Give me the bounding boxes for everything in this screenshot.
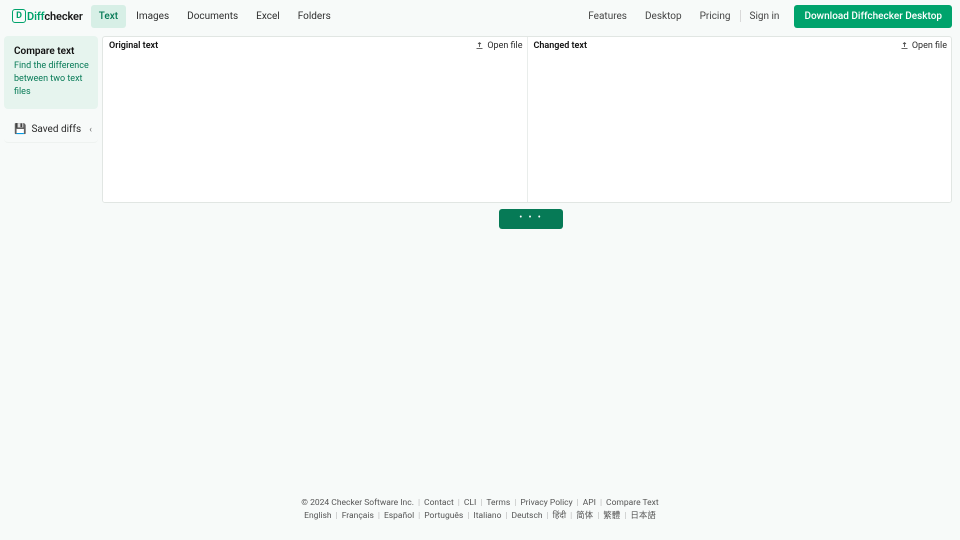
floppy-icon: 💾 <box>14 124 26 135</box>
download-desktop-button[interactable]: Download Diffchecker Desktop <box>794 5 952 28</box>
upload-icon <box>475 41 484 50</box>
footer-lang-zh-simplified[interactable]: 简体 <box>576 510 593 524</box>
footer-lang-en[interactable]: English <box>304 510 332 524</box>
link-features[interactable]: Features <box>579 7 636 26</box>
logo-badge-icon: D <box>12 9 26 23</box>
footer-copyright: © 2024 Checker Software Inc. <box>301 497 414 511</box>
footer-lang-es[interactable]: Español <box>384 510 414 524</box>
diff-panes: Original text Open file Changed text Ope… <box>102 36 952 203</box>
original-pane-header: Original text Open file <box>103 37 527 54</box>
logo[interactable]: D Diffchecker <box>8 9 87 23</box>
top-nav-right: Features Desktop Pricing Sign in Downloa… <box>579 5 952 28</box>
upload-icon <box>900 41 909 50</box>
original-open-file-button[interactable]: Open file <box>475 41 522 51</box>
logo-text: Diffchecker <box>27 10 83 23</box>
footer-link-privacy[interactable]: Privacy Policy <box>520 497 572 511</box>
chevron-left-icon: ‹ <box>89 125 92 135</box>
changed-open-file-button[interactable]: Open file <box>900 41 947 51</box>
footer-lang-it[interactable]: Italiano <box>473 510 501 524</box>
sidebar-saved-label: Saved diffs <box>31 124 81 135</box>
footer-lang-pt[interactable]: Português <box>424 510 463 524</box>
changed-pane <box>527 54 952 202</box>
original-text-input[interactable] <box>103 54 527 202</box>
footer-link-api[interactable]: API <box>583 497 596 511</box>
changed-open-file-label: Open file <box>912 41 947 51</box>
tab-documents[interactable]: Documents <box>179 5 246 28</box>
tab-excel[interactable]: Excel <box>248 5 288 28</box>
loading-dots-icon: • • • <box>519 214 543 223</box>
footer: © 2024 Checker Software Inc. |Contact |C… <box>0 497 960 524</box>
footer-lang-ja[interactable]: 日本語 <box>630 510 656 524</box>
top-nav: D Diffchecker Text Images Documents Exce… <box>0 0 960 32</box>
original-open-file-label: Open file <box>487 41 522 51</box>
sidebar-card-desc: Find the difference between two text fil… <box>14 60 90 99</box>
workspace: Original text Open file Changed text Ope… <box>102 32 960 229</box>
changed-text-input[interactable] <box>528 54 952 202</box>
footer-lang-de[interactable]: Deutsch <box>512 510 543 524</box>
sidebar-compare-card[interactable]: Compare text Find the difference between… <box>4 36 98 109</box>
footer-lang-hi[interactable]: हिंदी <box>553 510 566 524</box>
link-pricing[interactable]: Pricing <box>691 7 740 26</box>
tab-folders[interactable]: Folders <box>290 5 339 28</box>
changed-pane-title: Changed text <box>532 41 587 51</box>
find-difference-button[interactable]: • • • <box>499 209 563 229</box>
tab-images[interactable]: Images <box>128 5 177 28</box>
footer-lang-fr[interactable]: Français <box>342 510 374 524</box>
footer-link-contact[interactable]: Contact <box>424 497 454 511</box>
sidebar-card-title: Compare text <box>14 46 90 57</box>
footer-link-compare-text[interactable]: Compare Text <box>606 497 659 511</box>
changed-pane-header: Changed text Open file <box>527 37 952 54</box>
nav-tabs: Text Images Documents Excel Folders <box>91 5 339 28</box>
sidebar-saved-diffs[interactable]: 💾 Saved diffs ‹ <box>4 117 98 143</box>
link-signin[interactable]: Sign in <box>741 7 789 26</box>
original-pane <box>103 54 527 202</box>
link-desktop[interactable]: Desktop <box>636 7 691 26</box>
sidebar: Compare text Find the difference between… <box>0 32 102 229</box>
tab-text[interactable]: Text <box>91 5 126 28</box>
original-pane-title: Original text <box>107 41 158 51</box>
footer-lang-zh-traditional[interactable]: 繁體 <box>603 510 620 524</box>
footer-link-cli[interactable]: CLI <box>464 497 476 511</box>
footer-link-terms[interactable]: Terms <box>486 497 510 511</box>
